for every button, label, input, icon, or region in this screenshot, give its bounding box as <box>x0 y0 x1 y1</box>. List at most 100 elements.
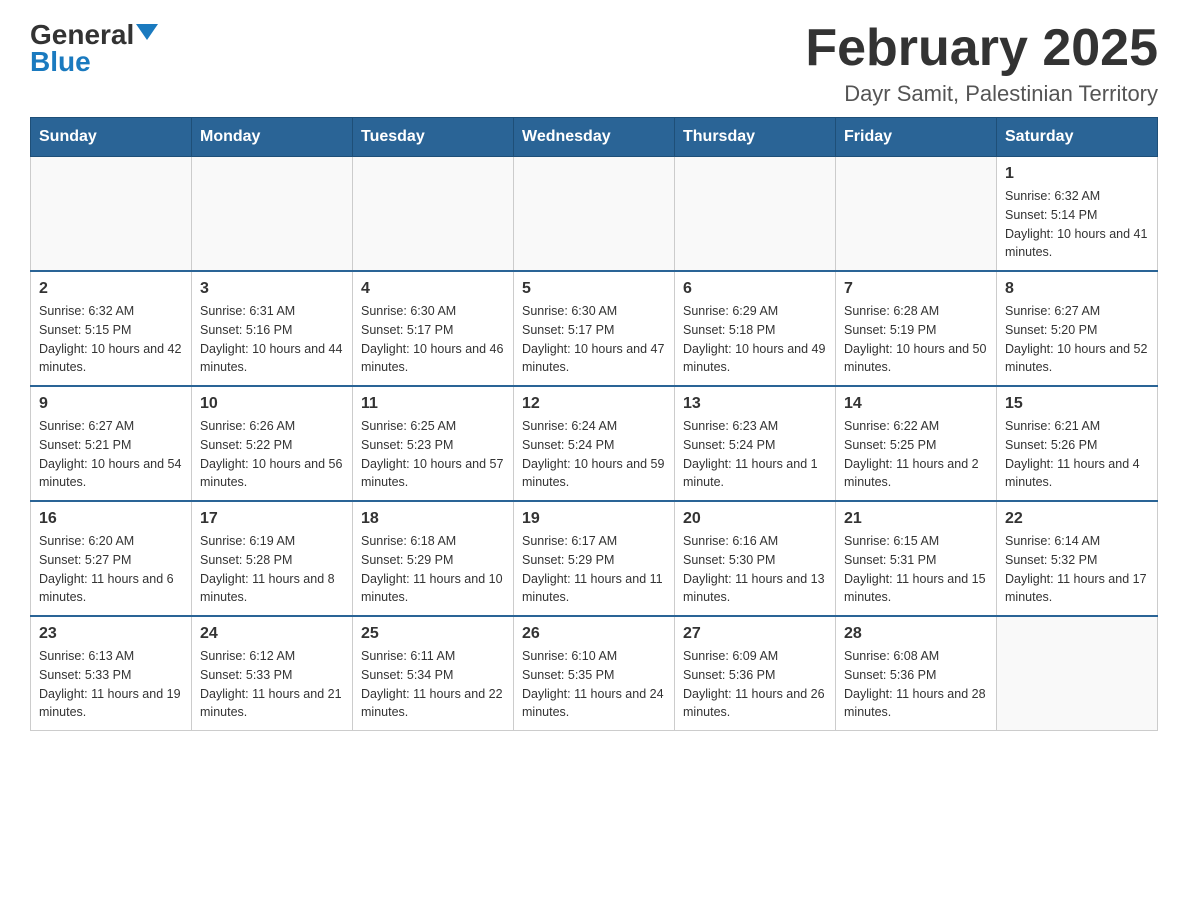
day-number: 23 <box>39 625 183 643</box>
location-title: Dayr Samit, Palestinian Territory <box>805 81 1158 107</box>
day-number: 4 <box>361 280 505 298</box>
calendar-cell: 2 Sunrise: 6:32 AMSunset: 5:15 PMDaylight… <box>31 271 192 386</box>
calendar-cell: 27 Sunrise: 6:09 AMSunset: 5:36 PMDayligh… <box>675 616 836 731</box>
day-info: Sunrise: 6:11 AMSunset: 5:34 PMDaylight:… <box>361 647 505 722</box>
calendar-week-row: 16 Sunrise: 6:20 AMSunset: 5:27 PMDayligh… <box>31 501 1158 616</box>
calendar-cell: 23 Sunrise: 6:13 AMSunset: 5:33 PMDayligh… <box>31 616 192 731</box>
day-number: 9 <box>39 395 183 413</box>
day-number: 24 <box>200 625 344 643</box>
day-info: Sunrise: 6:32 AMSunset: 5:14 PMDaylight:… <box>1005 187 1149 262</box>
calendar-cell: 24 Sunrise: 6:12 AMSunset: 5:33 PMDayligh… <box>192 616 353 731</box>
day-info: Sunrise: 6:19 AMSunset: 5:28 PMDaylight:… <box>200 532 344 607</box>
day-info: Sunrise: 6:25 AMSunset: 5:23 PMDaylight:… <box>361 417 505 492</box>
day-number: 5 <box>522 280 666 298</box>
day-info: Sunrise: 6:32 AMSunset: 5:15 PMDaylight:… <box>39 302 183 377</box>
day-info: Sunrise: 6:27 AMSunset: 5:21 PMDaylight:… <box>39 417 183 492</box>
title-block: February 2025 Dayr Samit, Palestinian Te… <box>805 20 1158 107</box>
day-number: 14 <box>844 395 988 413</box>
calendar-cell <box>836 157 997 272</box>
calendar-cell: 28 Sunrise: 6:08 AMSunset: 5:36 PMDayligh… <box>836 616 997 731</box>
day-number: 15 <box>1005 395 1149 413</box>
calendar-week-row: 1Sunrise: 6:32 AMSunset: 5:14 PMDaylight… <box>31 157 1158 272</box>
day-info: Sunrise: 6:14 AMSunset: 5:32 PMDaylight:… <box>1005 532 1149 607</box>
day-number: 16 <box>39 510 183 528</box>
col-monday: Monday <box>192 118 353 157</box>
day-info: Sunrise: 6:10 AMSunset: 5:35 PMDaylight:… <box>522 647 666 722</box>
day-number: 21 <box>844 510 988 528</box>
calendar-cell <box>514 157 675 272</box>
day-number: 27 <box>683 625 827 643</box>
day-info: Sunrise: 6:12 AMSunset: 5:33 PMDaylight:… <box>200 647 344 722</box>
day-info: Sunrise: 6:15 AMSunset: 5:31 PMDaylight:… <box>844 532 988 607</box>
calendar-week-row: 9 Sunrise: 6:27 AMSunset: 5:21 PMDaylight… <box>31 386 1158 501</box>
calendar-cell: 21 Sunrise: 6:15 AMSunset: 5:31 PMDayligh… <box>836 501 997 616</box>
logo-triangle-icon <box>136 24 158 40</box>
day-number: 6 <box>683 280 827 298</box>
day-info: Sunrise: 6:09 AMSunset: 5:36 PMDaylight:… <box>683 647 827 722</box>
day-info: Sunrise: 6:30 AMSunset: 5:17 PMDaylight:… <box>361 302 505 377</box>
calendar-cell: 9 Sunrise: 6:27 AMSunset: 5:21 PMDaylight… <box>31 386 192 501</box>
col-friday: Friday <box>836 118 997 157</box>
calendar-cell: 6Sunrise: 6:29 AMSunset: 5:18 PMDaylight… <box>675 271 836 386</box>
day-number: 19 <box>522 510 666 528</box>
calendar-cell: 18 Sunrise: 6:18 AMSunset: 5:29 PMDayligh… <box>353 501 514 616</box>
day-info: Sunrise: 6:16 AMSunset: 5:30 PMDaylight:… <box>683 532 827 607</box>
month-title: February 2025 <box>805 20 1158 77</box>
day-number: 18 <box>361 510 505 528</box>
logo-blue: Blue <box>30 47 91 78</box>
page-header: General Blue February 2025 Dayr Samit, P… <box>30 20 1158 107</box>
calendar-cell <box>31 157 192 272</box>
calendar-cell: 16 Sunrise: 6:20 AMSunset: 5:27 PMDayligh… <box>31 501 192 616</box>
calendar-header-row: Sunday Monday Tuesday Wednesday Thursday… <box>31 118 1158 157</box>
calendar-cell: 22 Sunrise: 6:14 AMSunset: 5:32 PMDayligh… <box>997 501 1158 616</box>
calendar-cell: 14 Sunrise: 6:22 AMSunset: 5:25 PMDayligh… <box>836 386 997 501</box>
day-number: 20 <box>683 510 827 528</box>
calendar-cell: 17 Sunrise: 6:19 AMSunset: 5:28 PMDayligh… <box>192 501 353 616</box>
day-info: Sunrise: 6:20 AMSunset: 5:27 PMDaylight:… <box>39 532 183 607</box>
col-wednesday: Wednesday <box>514 118 675 157</box>
logo: General Blue <box>30 20 158 78</box>
calendar-cell: 19 Sunrise: 6:17 AMSunset: 5:29 PMDayligh… <box>514 501 675 616</box>
calendar-cell: 5 Sunrise: 6:30 AMSunset: 5:17 PMDaylight… <box>514 271 675 386</box>
day-info: Sunrise: 6:28 AMSunset: 5:19 PMDaylight:… <box>844 302 988 377</box>
day-info: Sunrise: 6:26 AMSunset: 5:22 PMDaylight:… <box>200 417 344 492</box>
day-info: Sunrise: 6:23 AMSunset: 5:24 PMDaylight:… <box>683 417 827 492</box>
calendar-cell: 12 Sunrise: 6:24 AMSunset: 5:24 PMDayligh… <box>514 386 675 501</box>
day-info: Sunrise: 6:24 AMSunset: 5:24 PMDaylight:… <box>522 417 666 492</box>
calendar-week-row: 2 Sunrise: 6:32 AMSunset: 5:15 PMDaylight… <box>31 271 1158 386</box>
day-number: 8 <box>1005 280 1149 298</box>
calendar-cell: 13 Sunrise: 6:23 AMSunset: 5:24 PMDayligh… <box>675 386 836 501</box>
day-info: Sunrise: 6:21 AMSunset: 5:26 PMDaylight:… <box>1005 417 1149 492</box>
day-info: Sunrise: 6:17 AMSunset: 5:29 PMDaylight:… <box>522 532 666 607</box>
day-info: Sunrise: 6:30 AMSunset: 5:17 PMDaylight:… <box>522 302 666 377</box>
day-info: Sunrise: 6:22 AMSunset: 5:25 PMDaylight:… <box>844 417 988 492</box>
calendar-cell: 1Sunrise: 6:32 AMSunset: 5:14 PMDaylight… <box>997 157 1158 272</box>
calendar-week-row: 23 Sunrise: 6:13 AMSunset: 5:33 PMDayligh… <box>31 616 1158 731</box>
col-thursday: Thursday <box>675 118 836 157</box>
calendar-cell: 15 Sunrise: 6:21 AMSunset: 5:26 PMDayligh… <box>997 386 1158 501</box>
day-number: 3 <box>200 280 344 298</box>
calendar-table: Sunday Monday Tuesday Wednesday Thursday… <box>30 117 1158 731</box>
calendar-cell: 10Sunrise: 6:26 AMSunset: 5:22 PMDayligh… <box>192 386 353 501</box>
day-info: Sunrise: 6:31 AMSunset: 5:16 PMDaylight:… <box>200 302 344 377</box>
col-tuesday: Tuesday <box>353 118 514 157</box>
day-number: 2 <box>39 280 183 298</box>
calendar-cell: 8Sunrise: 6:27 AMSunset: 5:20 PMDaylight… <box>997 271 1158 386</box>
day-info: Sunrise: 6:13 AMSunset: 5:33 PMDaylight:… <box>39 647 183 722</box>
day-number: 12 <box>522 395 666 413</box>
calendar-cell: 11Sunrise: 6:25 AMSunset: 5:23 PMDayligh… <box>353 386 514 501</box>
calendar-cell <box>192 157 353 272</box>
col-sunday: Sunday <box>31 118 192 157</box>
day-info: Sunrise: 6:18 AMSunset: 5:29 PMDaylight:… <box>361 532 505 607</box>
day-number: 17 <box>200 510 344 528</box>
day-number: 26 <box>522 625 666 643</box>
day-number: 25 <box>361 625 505 643</box>
day-info: Sunrise: 6:08 AMSunset: 5:36 PMDaylight:… <box>844 647 988 722</box>
day-number: 22 <box>1005 510 1149 528</box>
calendar-cell: 26 Sunrise: 6:10 AMSunset: 5:35 PMDayligh… <box>514 616 675 731</box>
day-number: 13 <box>683 395 827 413</box>
day-number: 28 <box>844 625 988 643</box>
calendar-cell <box>675 157 836 272</box>
day-number: 7 <box>844 280 988 298</box>
calendar-cell: 4 Sunrise: 6:30 AMSunset: 5:17 PMDaylight… <box>353 271 514 386</box>
